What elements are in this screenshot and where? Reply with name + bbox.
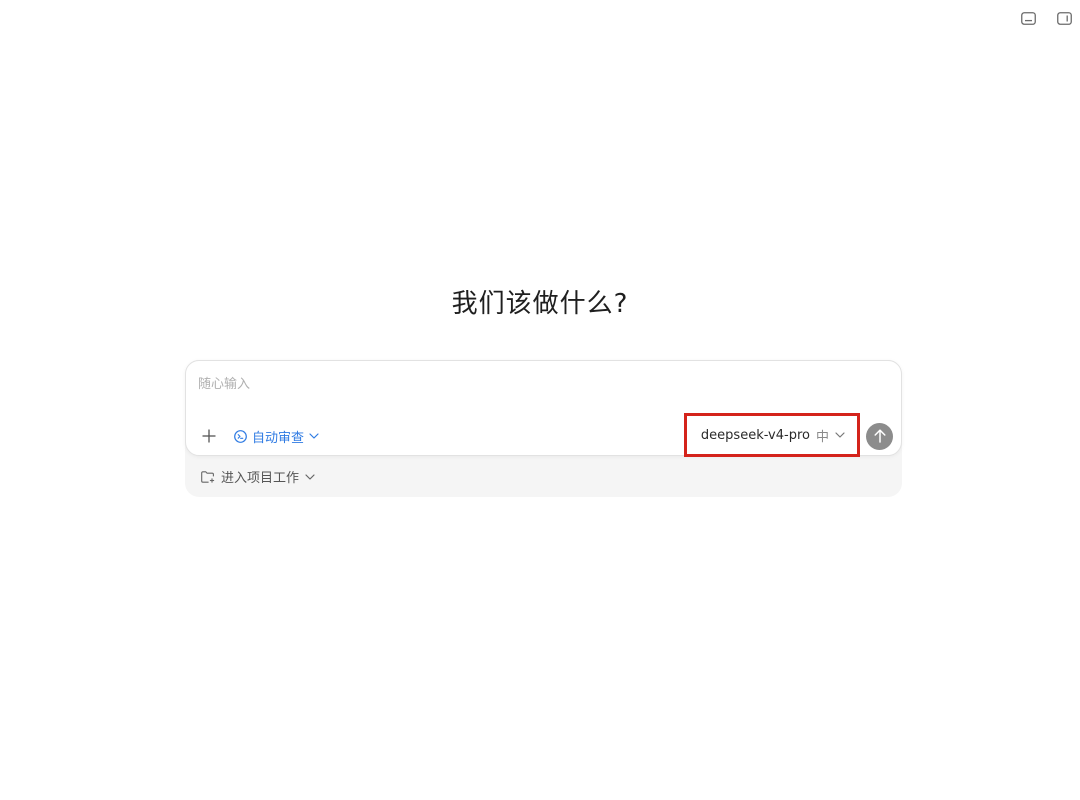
prompt-input[interactable] xyxy=(198,373,888,395)
folder-add-icon xyxy=(201,470,215,483)
model-name: deepseek-v4-pro xyxy=(700,427,810,443)
toggle-bottom-panel-button[interactable] xyxy=(1020,10,1036,26)
toggle-right-panel-button[interactable] xyxy=(1056,10,1072,26)
composer-toolbar: 自动审查 deepseek-v4-pro 中 xyxy=(198,413,893,457)
auto-review-label: 自动审查 xyxy=(252,430,305,446)
app-window: 我们该做什么? 自动审查 xyxy=(0,0,1080,800)
model-level: 中 xyxy=(815,429,829,445)
send-button[interactable] xyxy=(866,422,893,450)
panel-right-icon xyxy=(1056,11,1072,25)
chevron-down-icon xyxy=(835,432,845,438)
plus-icon xyxy=(202,429,216,443)
enter-project-label: 进入项目工作 xyxy=(221,471,300,486)
composer: 自动审查 deepseek-v4-pro 中 xyxy=(185,360,902,457)
enter-project-button[interactable]: 进入项目工作 xyxy=(201,467,315,486)
page-title: 我们该做什么? xyxy=(451,289,629,319)
auto-review-button[interactable]: 自动审查 xyxy=(234,427,319,446)
arrow-up-icon xyxy=(873,429,886,443)
window-controls xyxy=(1020,10,1072,26)
model-selector[interactable]: deepseek-v4-pro 中 xyxy=(683,413,860,457)
add-attachment-button[interactable] xyxy=(198,425,220,447)
chevron-down-icon xyxy=(305,473,315,480)
composer-container: 自动审查 deepseek-v4-pro 中 xyxy=(185,360,902,497)
panel-bottom-icon xyxy=(1020,11,1036,25)
review-icon xyxy=(234,429,247,443)
chevron-down-icon xyxy=(309,433,319,439)
